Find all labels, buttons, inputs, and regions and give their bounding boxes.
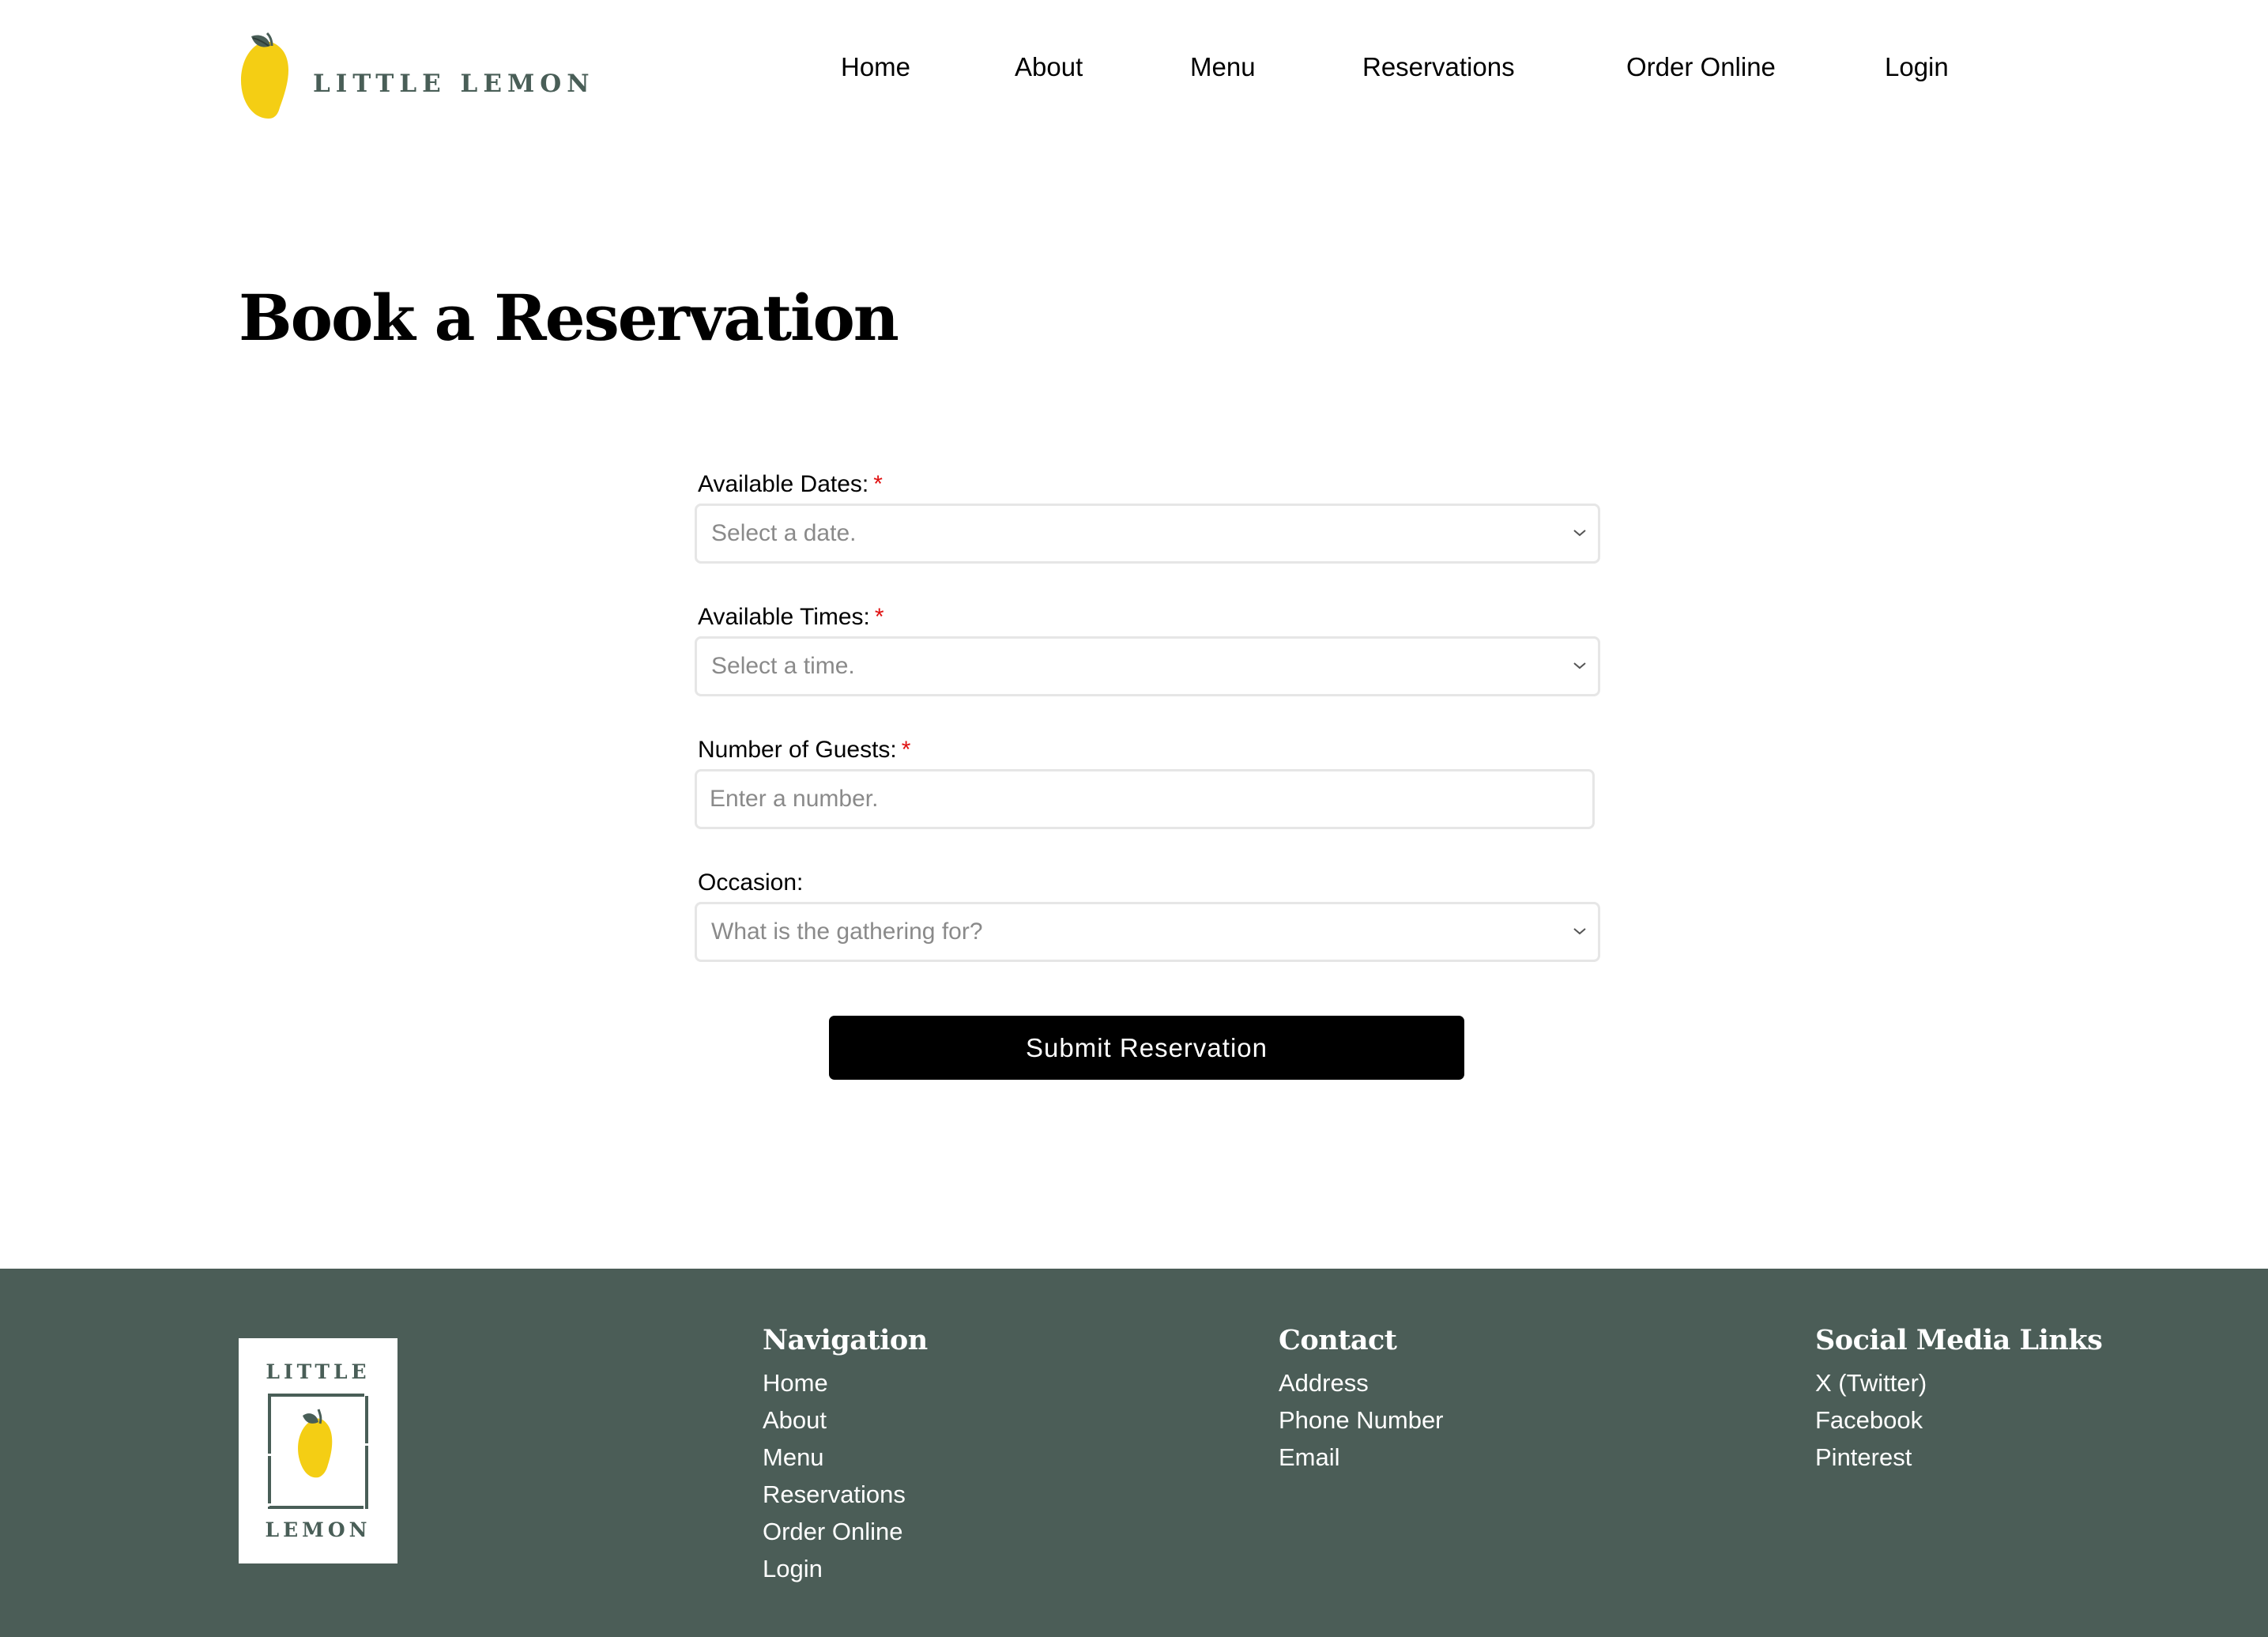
footer-link-email[interactable]: Email [1279,1439,1444,1476]
footer-link-order-online[interactable]: Order Online [763,1513,928,1550]
page-title: Book a Reservation [239,281,899,355]
footer-contact: Contact Address Phone Number Email [1279,1324,1444,1476]
footer-link-menu[interactable]: Menu [763,1439,928,1476]
nav-order-online[interactable]: Order Online [1626,52,1776,82]
footer-link-login[interactable]: Login [763,1550,928,1587]
footer-link-address[interactable]: Address [1279,1364,1444,1401]
required-marker: * [901,737,911,763]
footer-link-twitter[interactable]: X (Twitter) [1815,1364,2102,1401]
chevron-down-icon [1573,662,1586,670]
nav-menu[interactable]: Menu [1190,52,1256,82]
occasion-select[interactable]: What is the gathering for? [695,902,1600,962]
occasion-select-value: What is the gathering for? [711,918,983,945]
footer-logo[interactable]: LITTLE LEMON [239,1338,397,1563]
footer-social-title: Social Media Links [1815,1324,2103,1356]
footer-contact-title: Contact [1279,1324,1397,1356]
time-select-value: Select a time. [711,653,855,679]
footer-navigation: Navigation Home About Menu Reservations … [763,1324,928,1587]
required-marker: * [873,471,883,497]
time-select[interactable]: Select a time. [695,636,1600,696]
chevron-down-icon [1573,928,1586,935]
footer-logo-bottom-text: LEMON [265,1518,371,1541]
nav-about[interactable]: About [1015,52,1083,82]
logo[interactable]: LITTLE LEMON [239,32,595,120]
chevron-down-icon [1573,530,1586,537]
submit-reservation-button[interactable]: Submit Reservation [829,1016,1464,1080]
footer-link-reservations[interactable]: Reservations [763,1476,928,1513]
footer-link-phone[interactable]: Phone Number [1279,1401,1444,1439]
logo-text: LITTLE LEMON [313,70,595,98]
guests-input[interactable]: Enter a number. [695,769,1595,829]
required-marker: * [874,604,884,630]
site-header: LITTLE LEMON Home About Menu Reservation… [0,0,2268,142]
nav-login[interactable]: Login [1885,52,1949,82]
footer-link-about[interactable]: About [763,1401,928,1439]
nav-reservations[interactable]: Reservations [1362,52,1515,82]
date-select[interactable]: Select a date. [695,504,1600,564]
guests-input-placeholder: Enter a number. [710,786,879,812]
date-label: Available Dates: * [698,471,883,497]
footer-link-facebook[interactable]: Facebook [1815,1401,2102,1439]
footer-link-pinterest[interactable]: Pinterest [1815,1439,2102,1476]
nav-home[interactable]: Home [841,52,910,82]
lemon-icon [268,1394,368,1509]
guests-label: Number of Guests: * [698,737,911,763]
time-label: Available Times: * [698,604,884,630]
lemon-icon [240,32,289,119]
footer-social: Social Media Links X (Twitter) Facebook … [1815,1324,2103,1476]
footer-logo-top-text: LITTLE [266,1360,371,1383]
occasion-label: Occasion: [698,869,804,896]
footer-navigation-title: Navigation [763,1324,928,1356]
footer-link-home[interactable]: Home [763,1364,928,1401]
site-footer: LITTLE LEMON Navigation Home About Menu … [0,1269,2268,1637]
date-select-value: Select a date. [711,520,857,546]
